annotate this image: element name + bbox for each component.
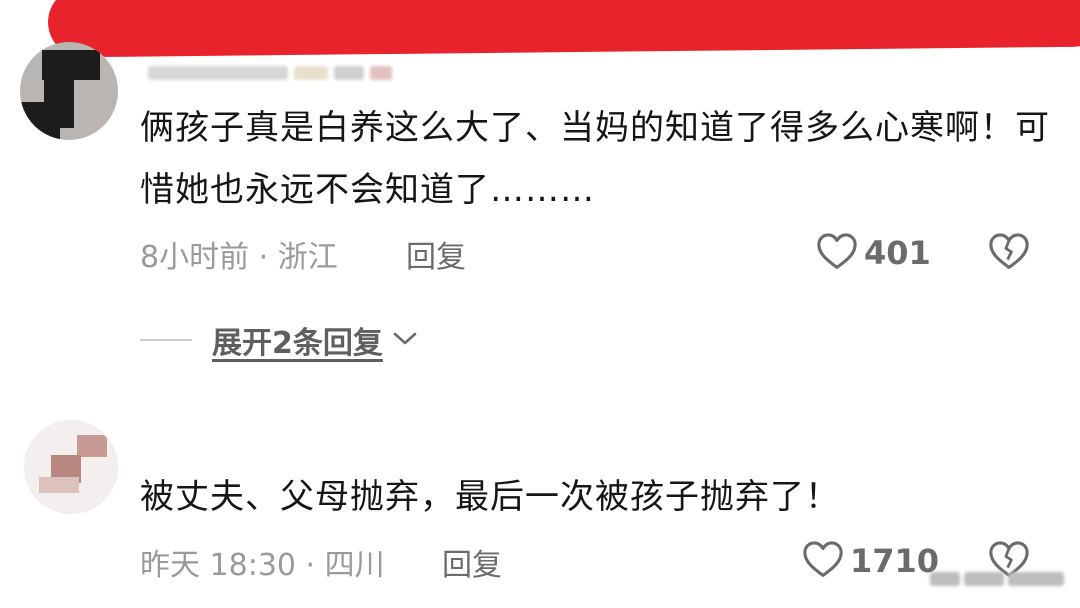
username-blurred[interactable]: [148, 62, 392, 84]
comment-text: 被丈夫、父母抛弃，最后一次被孩子抛弃了！: [140, 477, 840, 517]
comment-time-location: 昨天 18:30 · 四川: [140, 548, 385, 583]
expand-replies-button[interactable]: 展开2条回复: [212, 318, 419, 362]
like-button[interactable]: 401: [816, 232, 931, 274]
like-button[interactable]: 1710: [802, 540, 939, 582]
avatar[interactable]: [20, 42, 118, 140]
expand-replies-label: 展开2条回复: [212, 326, 383, 361]
like-count: 401: [864, 234, 931, 272]
broken-heart-icon: [988, 233, 1030, 274]
comment-thread: 俩孩子真是白养这么大了、当妈的知道了得多么心寒啊！可惜她也永远不会知道了……… …: [0, 0, 1080, 608]
comment-time-location: 8小时前 · 浙江: [140, 240, 338, 275]
reply-button[interactable]: 回复: [406, 232, 466, 276]
red-highlight-stroke: [47, 0, 1080, 58]
comment-text: 俩孩子真是白养这么大了、当妈的知道了得多么心寒啊！可惜她也永远不会知道了………: [140, 108, 1050, 210]
avatar[interactable]: [24, 420, 118, 514]
heart-outline-icon: [816, 232, 858, 274]
expand-replies-row: 展开2条回复: [140, 318, 419, 362]
heart-outline-icon: [802, 540, 844, 582]
dislike-button[interactable]: [988, 232, 1030, 274]
like-count: 1710: [850, 542, 940, 580]
divider-line: [140, 339, 192, 341]
watermark-blurred: [930, 566, 1070, 592]
chevron-down-icon: [391, 328, 419, 352]
reply-button[interactable]: 回复: [442, 540, 502, 584]
